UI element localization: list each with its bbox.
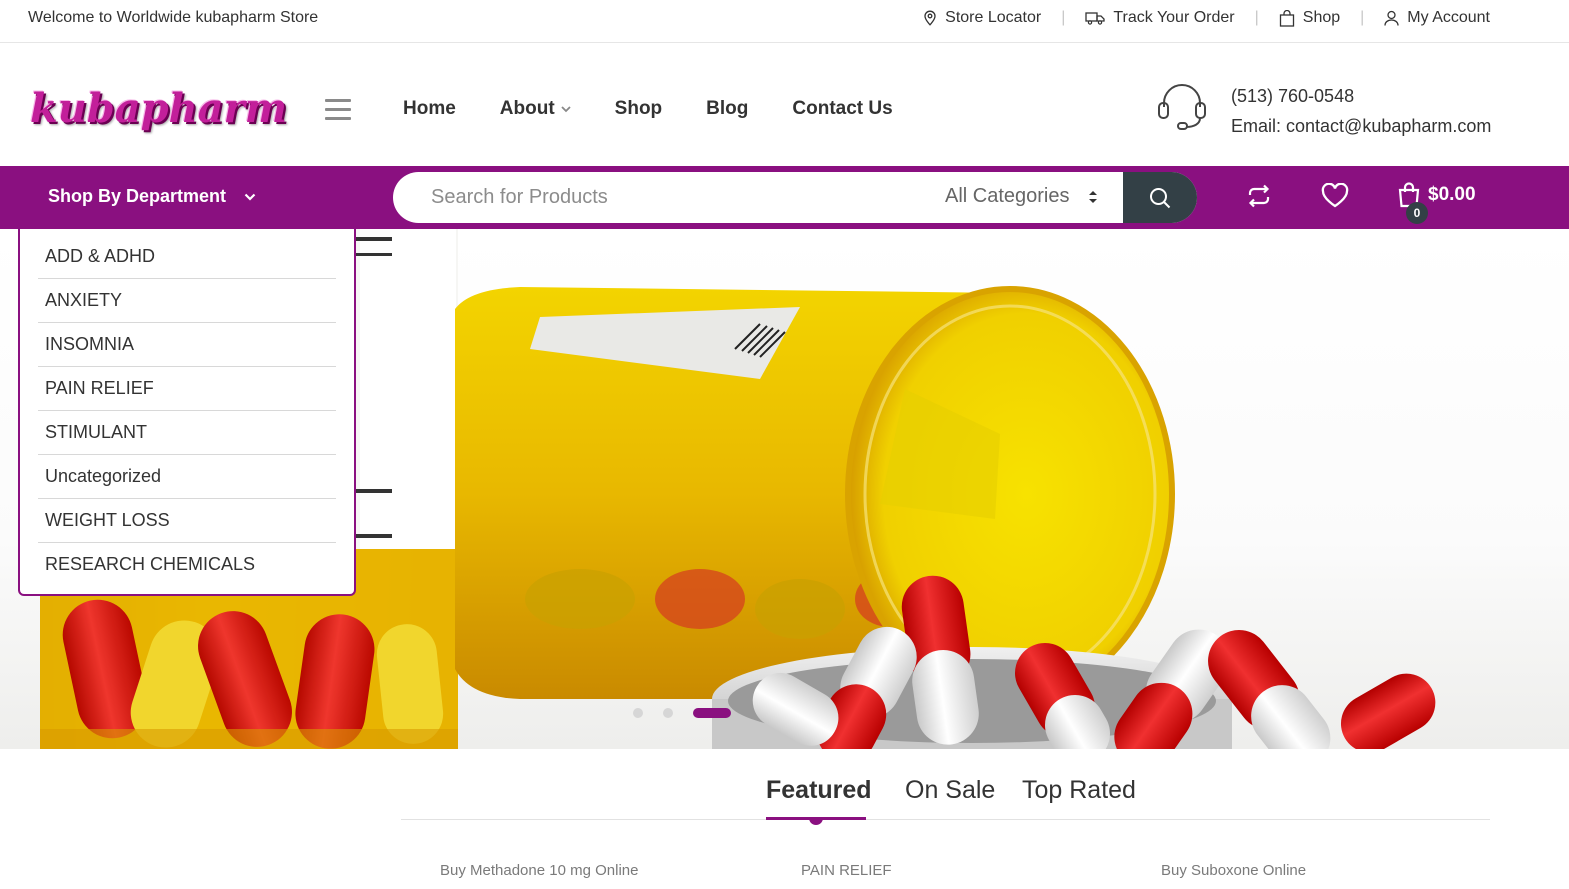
headset-icon <box>1158 84 1206 130</box>
wishlist-heart-icon[interactable] <box>1321 183 1349 208</box>
chevron-down-icon <box>244 193 256 201</box>
slider-dot[interactable] <box>633 708 643 718</box>
cart-total: $0.00 <box>1428 184 1476 205</box>
category-select-value: All Categories <box>945 185 1070 207</box>
department-item[interactable]: WEIGHT LOSS <box>38 499 336 543</box>
store-locator-label: Store Locator <box>945 9 1042 26</box>
site-logo[interactable]: kubapharm <box>30 85 287 132</box>
active-tab-indicator-dot <box>809 817 823 825</box>
department-item[interactable]: STIMULANT <box>38 411 336 455</box>
tab-on-sale[interactable]: On Sale <box>905 776 995 805</box>
user-icon <box>1384 10 1399 26</box>
search-button[interactable] <box>1123 172 1197 223</box>
store-locator-link[interactable]: Store Locator <box>923 9 1041 27</box>
nav-contact-us[interactable]: Contact Us <box>792 98 892 120</box>
tab-featured[interactable]: Featured <box>766 776 872 805</box>
hamburger-menu-icon[interactable] <box>325 99 351 126</box>
product-category-link[interactable]: PAIN RELIEF <box>801 862 892 879</box>
department-label: Shop By Department <box>48 186 227 206</box>
category-select[interactable]: All Categories <box>945 185 1098 208</box>
department-item[interactable]: PAIN RELIEF <box>38 367 336 411</box>
truck-icon <box>1085 12 1106 25</box>
top-separator: | <box>1360 9 1365 26</box>
slider-dot[interactable] <box>663 708 673 718</box>
compare-icon[interactable] <box>1246 184 1272 208</box>
search-input[interactable] <box>431 172 931 223</box>
shopping-bag-icon <box>1279 9 1294 27</box>
cart-count-badge: 0 <box>1406 202 1428 224</box>
top-bar: Welcome to Worldwide kubapharm Store Sto… <box>0 0 1569 43</box>
track-order-link[interactable]: Track Your Order <box>1085 9 1235 27</box>
welcome-text: Welcome to Worldwide kubapharm Store <box>28 9 319 26</box>
department-item[interactable]: RESEARCH CHEMICALS <box>38 543 336 587</box>
department-item[interactable]: ADD & ADHD <box>38 235 336 279</box>
nav-shop[interactable]: Shop <box>615 98 663 120</box>
slider-dot-active[interactable] <box>693 708 731 718</box>
shop-link[interactable]: Shop <box>1279 9 1340 27</box>
my-account-link[interactable]: My Account <box>1384 9 1490 27</box>
search-icon <box>1150 187 1171 208</box>
product-tabs: Featured On Sale Top Rated <box>401 776 1490 820</box>
track-order-label: Track Your Order <box>1113 9 1235 26</box>
nav-blog[interactable]: Blog <box>706 98 748 120</box>
contact-info: (513) 760-0548 Email: contact@kubapharm.… <box>1231 81 1491 141</box>
department-item[interactable]: Uncategorized <box>38 455 336 499</box>
chevron-down-icon <box>561 106 571 113</box>
phone-number[interactable]: (513) 760-0548 <box>1231 81 1491 111</box>
site-header: kubapharm Home About Shop Blog Contact U… <box>0 43 1569 166</box>
product-category-link[interactable]: Buy Methadone 10 mg Online <box>440 862 638 879</box>
main-nav: Home About Shop Blog Contact Us <box>403 98 893 120</box>
department-item[interactable]: INSOMNIA <box>38 323 336 367</box>
map-pin-icon <box>924 10 936 26</box>
mini-cart[interactable]: $0.00 0 <box>1398 182 1476 224</box>
top-separator: | <box>1254 9 1259 26</box>
top-separator: | <box>1061 9 1066 26</box>
nav-about[interactable]: About <box>500 98 571 120</box>
nav-home[interactable]: Home <box>403 98 456 120</box>
search-form: All Categories <box>393 172 1197 223</box>
top-links: Store Locator | Track Your Order | Shop … <box>923 9 1490 27</box>
department-item[interactable]: ANXIETY <box>38 279 336 323</box>
contact-email[interactable]: Email: contact@kubapharm.com <box>1231 111 1491 141</box>
shop-by-department-toggle[interactable]: Shop By Department <box>48 186 256 207</box>
department-search-bar: Shop By Department All Categories $0.00 … <box>0 166 1569 229</box>
slider-pagination <box>633 708 731 718</box>
tab-top-rated[interactable]: Top Rated <box>1022 776 1136 805</box>
my-account-label: My Account <box>1407 9 1490 26</box>
department-dropdown: ADD & ADHD ANXIETY INSOMNIA PAIN RELIEF … <box>18 229 356 596</box>
sort-arrows-icon <box>1088 190 1097 203</box>
shop-label: Shop <box>1302 9 1341 26</box>
product-category-link[interactable]: Buy Suboxone Online <box>1161 862 1306 879</box>
